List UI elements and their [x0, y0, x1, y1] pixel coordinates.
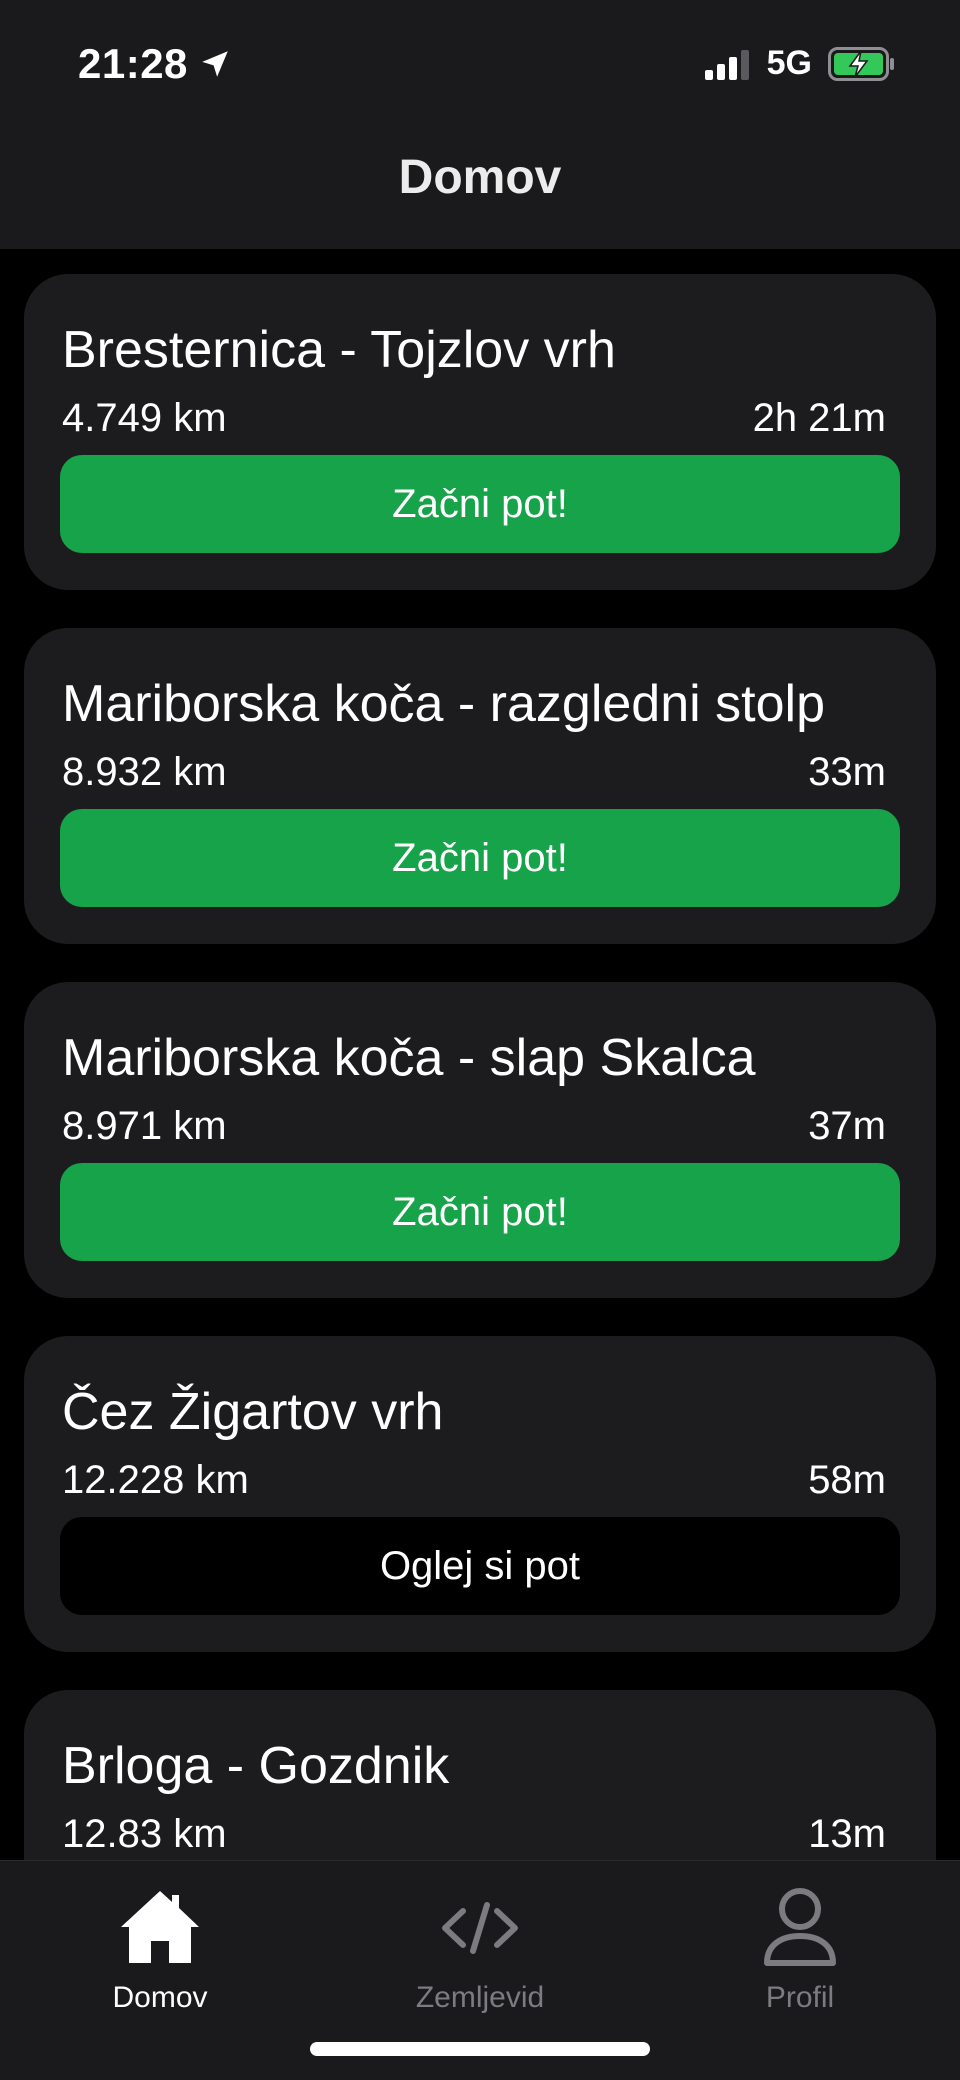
user-icon	[764, 1888, 836, 1966]
status-time-group: 21:28	[78, 40, 232, 88]
tab-map[interactable]: Zemljevid	[360, 1883, 600, 2015]
top-header: 21:28 5G Domov	[0, 0, 960, 249]
status-right-group: 5G	[703, 44, 896, 83]
trail-duration: 2h 21m	[752, 396, 886, 440]
trail-duration: 33m	[808, 750, 886, 794]
trail-distance: 8.932 km	[62, 750, 227, 794]
trail-duration: 37m	[808, 1104, 886, 1148]
tab-map-label: Zemljevid	[415, 1981, 545, 2014]
trail-card: Mariborska koča - slap Skalca 8.971 km 3…	[24, 982, 936, 1298]
trail-card: Mariborska koča - razgledni stolp 8.932 …	[24, 628, 936, 944]
trail-title: Mariborska koča - razgledni stolp	[62, 675, 825, 733]
location-arrow-icon	[202, 51, 228, 77]
trail-title: Čez Žigartov vrh	[62, 1383, 444, 1441]
signal-bars-icon	[704, 49, 749, 80]
network-label: 5G	[766, 44, 812, 82]
home-indicator[interactable]	[310, 2042, 650, 2056]
start-trail-button[interactable]: Začni pot!	[60, 1163, 900, 1261]
trail-duration: 58m	[808, 1458, 886, 1502]
tab-home-label: Domov	[112, 1981, 208, 2014]
trail-distance: 12.83 km	[62, 1812, 227, 1856]
trail-distance: 8.971 km	[62, 1104, 227, 1148]
trail-title: Bresternica - Tojzlov vrh	[62, 321, 616, 379]
start-trail-button[interactable]: Začni pot!	[60, 455, 900, 553]
start-trail-button[interactable]: Začni pot!	[60, 809, 900, 907]
status-time: 21:28	[78, 40, 188, 87]
page-title: Domov	[398, 151, 562, 204]
battery-charging-icon	[828, 46, 894, 81]
view-trail-button[interactable]: Oglej si pot	[60, 1517, 900, 1615]
trail-duration: 13m	[808, 1812, 886, 1856]
trail-distance: 12.228 km	[62, 1458, 249, 1502]
trail-title: Mariborska koča - slap Skalca	[62, 1029, 756, 1087]
tab-profile[interactable]: Profil	[680, 1883, 920, 2015]
trail-title: Brloga - Gozdnik	[62, 1737, 450, 1795]
trail-distance: 4.749 km	[62, 396, 227, 440]
tab-profile-label: Profil	[765, 1981, 835, 2014]
trail-list: Bresternica - Tojzlov vrh 4.749 km 2h 21…	[24, 274, 936, 2044]
code-icon	[442, 1902, 518, 1954]
trail-card: Čez Žigartov vrh 12.228 km 58m Oglej si …	[24, 1336, 936, 1652]
home-icon	[121, 1891, 199, 1963]
tab-home[interactable]: Domov	[40, 1883, 280, 2015]
trail-card: Bresternica - Tojzlov vrh 4.749 km 2h 21…	[24, 274, 936, 590]
